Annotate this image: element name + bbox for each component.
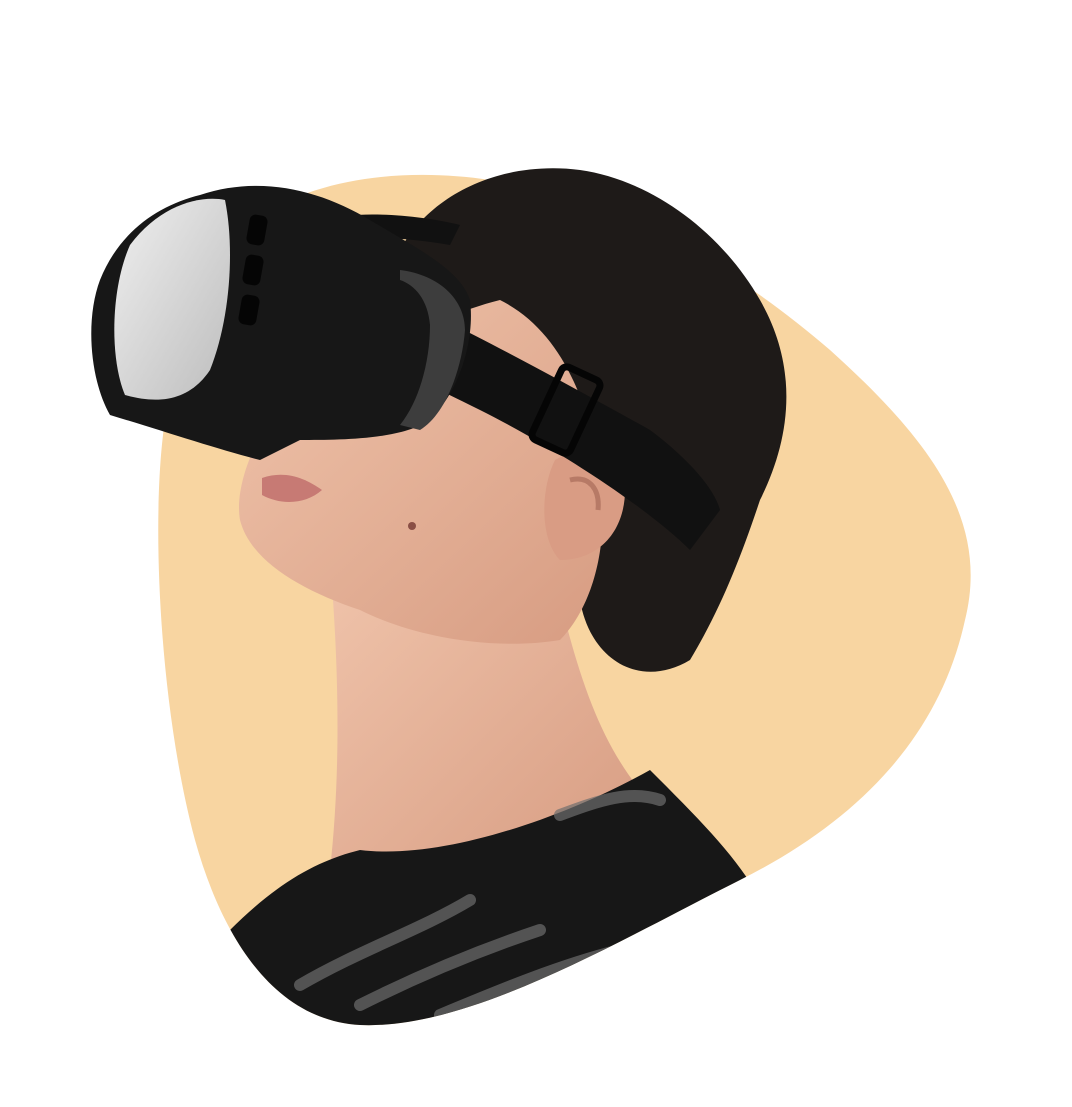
mole [408, 522, 416, 530]
hero-illustration [0, 0, 1072, 1107]
vr-user-image [91, 168, 971, 1026]
